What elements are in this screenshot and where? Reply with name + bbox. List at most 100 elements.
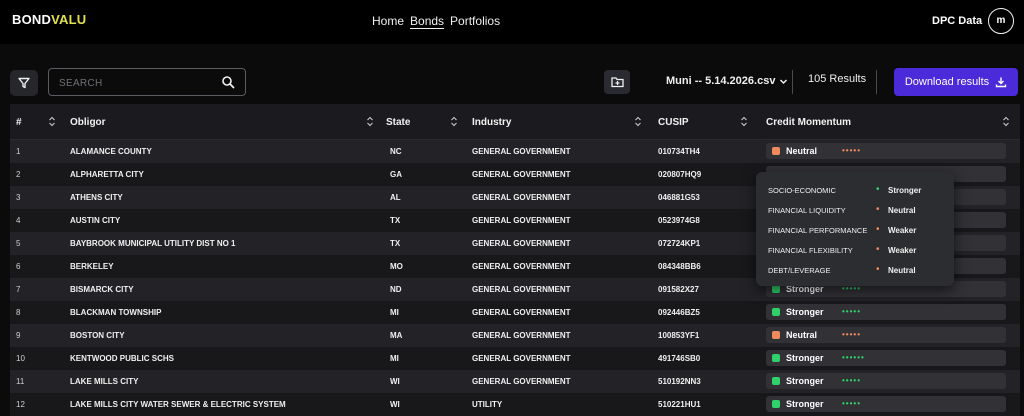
table-row[interactable]: 11 LAKE MILLS CITY WI GENERAL GOVERNMENT… <box>10 370 1020 393</box>
header-credit-momentum[interactable]: Credit Momentum <box>766 117 851 128</box>
momentum-dots: ••••• <box>842 399 862 408</box>
cell-cusip[interactable]: 084348BB6 <box>658 262 701 271</box>
cell-cusip[interactable]: 0523974G8 <box>658 216 700 225</box>
cell-state: GA <box>390 170 402 179</box>
sort-icon[interactable] <box>48 116 56 127</box>
table-row[interactable]: 9 BOSTON CITY MA GENERAL GOVERNMENT 1008… <box>10 324 1020 347</box>
download-results-label: Download results <box>904 76 990 88</box>
popover-row: FINANCIAL FLEXIBILITY • Weaker <box>768 244 948 258</box>
cell-cusip[interactable]: 100853YF1 <box>658 331 699 340</box>
cell-state: MA <box>390 331 403 340</box>
cell-cusip[interactable]: 072724KP1 <box>658 239 700 248</box>
popover-row: FINANCIAL PERFORMANCE • Weaker <box>768 224 948 238</box>
credit-momentum-badge[interactable]: Stronger •••••• <box>766 350 1006 366</box>
cell-obligor[interactable]: LAKE MILLS CITY <box>70 377 138 386</box>
cell-obligor[interactable]: LAKE MILLS CITY WATER SEWER & ELECTRIC S… <box>70 400 286 409</box>
header-state[interactable]: State <box>386 117 410 128</box>
cell-cusip[interactable]: 091582X27 <box>658 285 699 294</box>
popover-key: DEBT/LEVERAGE <box>768 266 831 275</box>
cell-industry: GENERAL GOVERNMENT <box>472 147 571 156</box>
credit-momentum-badge[interactable]: Stronger ••••• <box>766 304 1006 320</box>
cell-obligor[interactable]: KENTWOOD PUBLIC SCHS <box>70 354 174 363</box>
momentum-indicator <box>772 400 780 408</box>
results-count: 105 Results <box>808 73 867 85</box>
sort-icon[interactable] <box>366 116 374 127</box>
search-icon[interactable] <box>221 75 235 89</box>
header-obligor[interactable]: Obligor <box>70 117 106 128</box>
sort-icon[interactable] <box>740 116 748 127</box>
top-navbar: BONDVALU Home Bonds Portfolios DPC Data … <box>0 0 1024 44</box>
sort-icon[interactable] <box>634 116 642 127</box>
cell-cusip[interactable]: 092446BZ5 <box>658 308 700 317</box>
table-row[interactable]: 12 LAKE MILLS CITY WATER SEWER & ELECTRI… <box>10 393 1020 416</box>
cell-cusip[interactable]: 491746SB0 <box>658 354 700 363</box>
table-row[interactable]: 8 BLACKMAN TOWNSHIP MI GENERAL GOVERNMEN… <box>10 301 1020 324</box>
avatar[interactable]: m <box>988 8 1014 34</box>
popover-row: DEBT/LEVERAGE • Neutral <box>768 264 948 278</box>
filter-icon <box>18 77 30 89</box>
cell-num: 5 <box>16 239 21 248</box>
cell-num: 8 <box>16 308 21 317</box>
momentum-indicator <box>772 354 780 362</box>
cell-obligor[interactable]: ALAMANCE COUNTY <box>70 147 152 156</box>
cell-num: 1 <box>16 147 21 156</box>
popover-value: Neutral <box>888 266 916 275</box>
popover-key: FINANCIAL PERFORMANCE <box>768 226 868 235</box>
cell-obligor[interactable]: BISMARCK CITY <box>70 285 134 294</box>
credit-momentum-badge[interactable]: Neutral ••••• <box>766 327 1006 343</box>
cell-cusip[interactable]: 510192NN3 <box>658 377 701 386</box>
cell-industry: GENERAL GOVERNMENT <box>472 354 571 363</box>
popover-key: SOCIO-ECONOMIC <box>768 186 836 195</box>
cell-industry: GENERAL GOVERNMENT <box>472 239 571 248</box>
toolbar: Muni -- 5.14.2026.csv 105 Results Downlo… <box>0 44 1024 100</box>
cell-obligor[interactable]: BAYBROOK MUNICIPAL UTILITY DIST NO 1 <box>70 239 236 248</box>
credit-momentum-badge[interactable]: Stronger ••••• <box>766 396 1006 412</box>
cell-num: 12 <box>16 400 25 409</box>
nav-portfolios[interactable]: Portfolios <box>450 14 500 28</box>
cell-cusip[interactable]: 510221HU1 <box>658 400 701 409</box>
cell-obligor[interactable]: ATHENS CITY <box>70 193 123 202</box>
cell-industry: GENERAL GOVERNMENT <box>472 377 571 386</box>
nav-bonds[interactable]: Bonds <box>410 14 444 28</box>
search-box <box>48 68 246 96</box>
cell-cusip[interactable]: 020807HQ9 <box>658 170 701 179</box>
popover-key: FINANCIAL LIQUIDITY <box>768 206 846 215</box>
account-label[interactable]: DPC Data <box>932 15 982 27</box>
credit-momentum-badge[interactable]: Stronger ••••• <box>766 373 1006 389</box>
cell-state: TX <box>390 216 401 225</box>
nav-home[interactable]: Home <box>372 14 404 28</box>
cell-obligor[interactable]: ALPHARETTA CITY <box>70 170 144 179</box>
cell-num: 10 <box>16 354 25 363</box>
popover-value: Neutral <box>888 206 916 215</box>
momentum-dots: ••••• <box>842 307 862 316</box>
header-industry[interactable]: Industry <box>472 117 511 128</box>
cell-obligor[interactable]: BOSTON CITY <box>70 331 125 340</box>
sort-icon[interactable] <box>1002 116 1010 127</box>
sort-icon[interactable] <box>450 116 458 127</box>
download-results-button[interactable]: Download results <box>894 68 1018 96</box>
cell-industry: GENERAL GOVERNMENT <box>472 285 571 294</box>
cell-obligor[interactable]: BERKELEY <box>70 262 114 271</box>
cell-cusip[interactable]: 010734TH4 <box>658 147 700 156</box>
credit-momentum-badge[interactable]: Neutral ••••• <box>766 143 1006 159</box>
cell-obligor[interactable]: BLACKMAN TOWNSHIP <box>70 308 161 317</box>
filter-button[interactable] <box>10 70 38 96</box>
search-input[interactable] <box>59 75 209 91</box>
save-to-portfolio-button[interactable] <box>604 70 630 94</box>
momentum-indicator <box>772 147 780 155</box>
cell-obligor[interactable]: AUSTIN CITY <box>70 216 120 225</box>
file-select[interactable]: Muni -- 5.14.2026.csv <box>666 75 788 87</box>
cell-state: AL <box>390 193 401 202</box>
table-header: # Obligor State Industry CUSIP Credit Mo… <box>10 104 1020 140</box>
cell-state: WI <box>390 377 400 386</box>
brand-logo[interactable]: BONDVALU <box>12 12 86 27</box>
cell-industry: GENERAL GOVERNMENT <box>472 170 571 179</box>
download-icon <box>995 77 1007 88</box>
header-cusip[interactable]: CUSIP <box>658 117 689 128</box>
table-row[interactable]: 1 ALAMANCE COUNTY NC GENERAL GOVERNMENT … <box>10 140 1020 163</box>
popover-row: SOCIO-ECONOMIC • Stronger <box>768 184 948 198</box>
popover-row: FINANCIAL LIQUIDITY • Neutral <box>768 204 948 218</box>
cell-cusip[interactable]: 046881G53 <box>658 193 700 202</box>
table-row[interactable]: 10 KENTWOOD PUBLIC SCHS MI GENERAL GOVER… <box>10 347 1020 370</box>
file-select-label: Muni -- 5.14.2026.csv <box>666 75 776 87</box>
